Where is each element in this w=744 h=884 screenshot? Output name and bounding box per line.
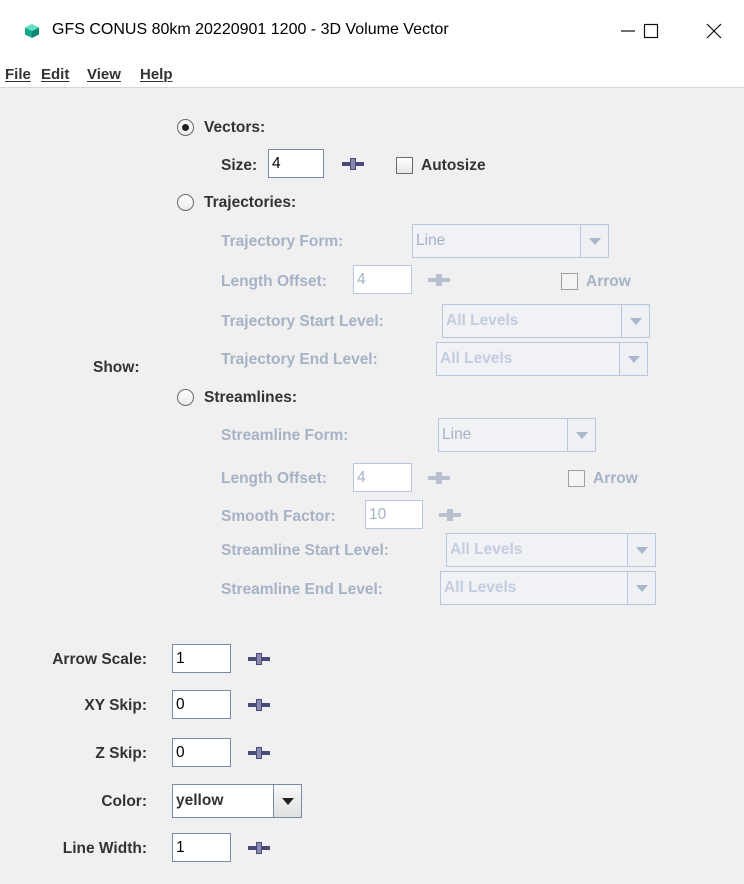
vectors-label: Vectors: xyxy=(204,119,266,136)
trajectory-end-level-label: Trajectory End Level: xyxy=(221,351,378,368)
arrow-scale-label: Arrow Scale: xyxy=(52,651,147,668)
arrow-scale-slider-icon[interactable] xyxy=(248,653,270,665)
window-title: GFS CONUS 80km 20220901 1200 - 3D Volume… xyxy=(52,21,449,38)
trajectory-length-slider-icon[interactable] xyxy=(428,274,450,286)
streamline-start-level-label: Streamline Start Level: xyxy=(221,542,389,559)
trajectory-form-label: Trajectory Form: xyxy=(221,233,344,250)
chevron-down-icon xyxy=(621,305,649,337)
streamline-length-slider-icon[interactable] xyxy=(428,472,450,484)
menu-bar: File Edit View Help xyxy=(0,62,744,88)
maximize-button[interactable] xyxy=(628,14,674,48)
show-label: Show: xyxy=(93,359,140,376)
menu-edit[interactable]: Edit xyxy=(41,66,69,83)
arrow-scale-input[interactable]: 1 xyxy=(172,644,231,673)
trajectory-arrow-label: Arrow xyxy=(586,273,631,290)
chevron-down-icon xyxy=(567,419,595,451)
streamline-length-offset-input[interactable]: 4 xyxy=(353,463,412,492)
chevron-down-icon xyxy=(273,785,301,817)
app-cube-icon xyxy=(25,24,39,38)
line-width-label: Line Width: xyxy=(62,840,147,857)
streamline-form-label: Streamline Form: xyxy=(221,427,349,444)
xy-skip-label: XY Skip: xyxy=(84,697,147,714)
line-width-slider-icon[interactable] xyxy=(248,842,270,854)
menu-file[interactable]: File xyxy=(5,66,31,83)
smooth-factor-slider-icon[interactable] xyxy=(439,509,461,521)
properties-panel: Show: Vectors: Size: 4 Autosize Trajecto… xyxy=(0,89,744,884)
streamlines-radio[interactable] xyxy=(177,389,194,406)
streamline-end-level-value: All Levels xyxy=(444,579,517,596)
streamline-form-value: Line xyxy=(442,426,472,443)
streamline-end-level-select[interactable]: All Levels xyxy=(440,571,656,605)
trajectory-form-value: Line xyxy=(416,232,446,249)
trajectories-radio[interactable] xyxy=(177,194,194,211)
trajectory-start-level-value: All Levels xyxy=(446,312,519,329)
trajectory-length-offset-label: Length Offset: xyxy=(221,273,327,290)
streamline-start-level-value: All Levels xyxy=(450,541,523,558)
streamline-arrow-checkbox[interactable] xyxy=(568,470,585,487)
streamline-arrow-label: Arrow xyxy=(593,470,638,487)
smooth-factor-input[interactable]: 10 xyxy=(365,500,423,529)
chevron-down-icon xyxy=(627,572,655,604)
streamlines-label: Streamlines: xyxy=(204,389,298,406)
menu-view[interactable]: View xyxy=(87,66,121,83)
streamline-length-offset-label: Length Offset: xyxy=(221,470,327,487)
xy-skip-slider-icon[interactable] xyxy=(248,699,270,711)
smooth-factor-label: Smooth Factor: xyxy=(221,508,336,525)
streamline-end-level-label: Streamline End Level: xyxy=(221,581,383,598)
z-skip-label: Z Skip: xyxy=(95,745,147,762)
trajectory-length-offset-input[interactable]: 4 xyxy=(353,265,412,294)
trajectory-end-level-value: All Levels xyxy=(440,350,513,367)
trajectory-end-level-select[interactable]: All Levels xyxy=(436,342,648,376)
trajectories-label: Trajectories: xyxy=(204,194,297,211)
autosize-checkbox[interactable] xyxy=(396,157,413,174)
menu-help[interactable]: Help xyxy=(140,66,173,83)
vectors-radio[interactable] xyxy=(177,119,194,136)
color-value: yellow xyxy=(176,792,224,809)
trajectory-start-level-select[interactable]: All Levels xyxy=(442,304,650,338)
size-label: Size: xyxy=(221,157,258,174)
trajectory-arrow-checkbox[interactable] xyxy=(561,273,578,290)
chevron-down-icon xyxy=(619,343,647,375)
maximize-icon xyxy=(643,23,659,39)
close-button[interactable] xyxy=(691,14,737,48)
trajectory-start-level-label: Trajectory Start Level: xyxy=(221,313,384,330)
xy-skip-input[interactable]: 0 xyxy=(172,690,231,719)
title-bar: GFS CONUS 80km 20220901 1200 - 3D Volume… xyxy=(0,0,744,62)
size-input[interactable]: 4 xyxy=(268,149,324,178)
autosize-label: Autosize xyxy=(421,157,486,174)
close-icon xyxy=(706,23,722,39)
chevron-down-icon xyxy=(580,225,608,257)
streamline-form-select[interactable]: Line xyxy=(438,418,596,452)
z-skip-input[interactable]: 0 xyxy=(172,738,231,767)
line-width-input[interactable]: 1 xyxy=(172,833,231,862)
streamline-start-level-select[interactable]: All Levels xyxy=(446,533,656,567)
chevron-down-icon xyxy=(627,534,655,566)
trajectory-form-select[interactable]: Line xyxy=(412,224,609,258)
color-select[interactable]: yellow xyxy=(172,784,302,818)
size-slider-icon[interactable] xyxy=(342,158,364,170)
z-skip-slider-icon[interactable] xyxy=(248,747,270,759)
color-label: Color: xyxy=(101,793,147,810)
